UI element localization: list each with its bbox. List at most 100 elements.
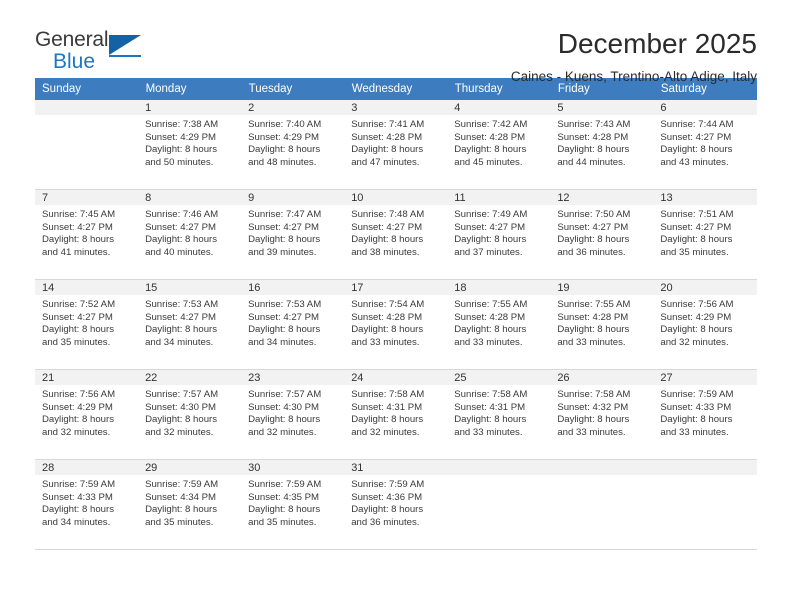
- day-cell-14[interactable]: 14 Sunrise: 7:52 AM Sunset: 4:27 PM Dayligh…: [35, 280, 139, 370]
- day-cell-24[interactable]: 24 Sunrise: 7:58 AM Sunset: 4:31 PM Dayligh…: [344, 370, 448, 460]
- calendar-cell: [35, 100, 139, 190]
- day-cell-23[interactable]: 23 Sunrise: 7:57 AM Sunset: 4:30 PM Dayligh…: [241, 370, 345, 460]
- calendar-cell[interactable]: 19 Sunrise: 7:55 AM Sunset: 4:28 PM Dayligh…: [550, 280, 654, 370]
- calendar-cell[interactable]: 7 Sunrise: 7:45 AM Sunset: 4:27 PM Daylight…: [35, 190, 139, 280]
- day-cell-5[interactable]: 5 Sunrise: 7:43 AM Sunset: 4:28 PM Daylight…: [550, 100, 654, 190]
- calendar-cell[interactable]: 1 Sunrise: 7:38 AM Sunset: 4:29 PM Daylight…: [138, 100, 242, 190]
- daylight-duration-line1: Daylight: 8 hours: [557, 234, 630, 246]
- sunset-time: Sunset: 4:34 PM: [145, 491, 216, 503]
- day-number: 1: [138, 100, 242, 115]
- calendar-cell[interactable]: 24 Sunrise: 7:58 AM Sunset: 4:31 PM Dayligh…: [344, 370, 448, 460]
- day-cell-7[interactable]: 7 Sunrise: 7:45 AM Sunset: 4:27 PM Daylight…: [35, 190, 139, 280]
- day-cell-25[interactable]: 25 Sunrise: 7:58 AM Sunset: 4:31 PM Dayligh…: [447, 370, 551, 460]
- day-cell-2[interactable]: 2 Sunrise: 7:40 AM Sunset: 4:29 PM Daylight…: [241, 100, 345, 190]
- day-cell-18[interactable]: 18 Sunrise: 7:55 AM Sunset: 4:28 PM Dayligh…: [447, 280, 551, 370]
- sunset-time: Sunset: 4:30 PM: [248, 401, 320, 413]
- daylight-duration-line1: Daylight: 8 hours: [557, 324, 630, 336]
- day-cell-31[interactable]: 31 Sunrise: 7:59 AM Sunset: 4:36 PM Dayligh…: [344, 460, 448, 550]
- day-cell-6[interactable]: 6 Sunrise: 7:44 AM Sunset: 4:27 PM Daylight…: [653, 100, 757, 190]
- calendar-cell[interactable]: 27 Sunrise: 7:59 AM Sunset: 4:33 PM Dayligh…: [653, 370, 757, 460]
- day-cell-15[interactable]: 15 Sunrise: 7:53 AM Sunset: 4:27 PM Dayligh…: [138, 280, 242, 370]
- daylight-duration-line1: Daylight: 8 hours: [145, 234, 218, 246]
- calendar-cell[interactable]: 31 Sunrise: 7:59 AM Sunset: 4:36 PM Dayligh…: [344, 460, 448, 550]
- calendar-cell[interactable]: 23 Sunrise: 7:57 AM Sunset: 4:30 PM Dayligh…: [241, 370, 345, 460]
- calendar-cell[interactable]: 16 Sunrise: 7:53 AM Sunset: 4:27 PM Dayligh…: [241, 280, 345, 370]
- day-cell-21[interactable]: 21 Sunrise: 7:56 AM Sunset: 4:29 PM Dayligh…: [35, 370, 139, 460]
- calendar-cell[interactable]: 17 Sunrise: 7:54 AM Sunset: 4:28 PM Dayligh…: [344, 280, 448, 370]
- calendar-cell[interactable]: 28 Sunrise: 7:59 AM Sunset: 4:33 PM Dayligh…: [35, 460, 139, 550]
- day-cell-19[interactable]: 19 Sunrise: 7:55 AM Sunset: 4:28 PM Dayligh…: [550, 280, 654, 370]
- sunset-time: Sunset: 4:27 PM: [248, 311, 320, 323]
- day-cell-16[interactable]: 16 Sunrise: 7:53 AM Sunset: 4:27 PM Dayligh…: [241, 280, 345, 370]
- calendar-cell[interactable]: 29 Sunrise: 7:59 AM Sunset: 4:34 PM Dayligh…: [138, 460, 242, 550]
- day-details: Sunrise: 7:52 AM Sunset: 4:27 PM Daylight:…: [35, 295, 138, 349]
- day-cell-11[interactable]: 11 Sunrise: 7:49 AM Sunset: 4:27 PM Dayligh…: [447, 190, 551, 280]
- weekday-header-wednesday: Wednesday: [344, 78, 448, 100]
- calendar-cell[interactable]: 5 Sunrise: 7:43 AM Sunset: 4:28 PM Daylight…: [550, 100, 654, 190]
- sunrise-time: Sunrise: 7:58 AM: [454, 389, 528, 400]
- day-cell-30[interactable]: 30 Sunrise: 7:59 AM Sunset: 4:35 PM Dayligh…: [241, 460, 345, 550]
- calendar-cell[interactable]: 14 Sunrise: 7:52 AM Sunset: 4:27 PM Dayligh…: [35, 280, 139, 370]
- day-details: Sunrise: 7:47 AM Sunset: 4:27 PM Daylight:…: [241, 205, 344, 259]
- day-cell-9[interactable]: 9 Sunrise: 7:47 AM Sunset: 4:27 PM Daylight…: [241, 190, 345, 280]
- calendar-cell[interactable]: 9 Sunrise: 7:47 AM Sunset: 4:27 PM Daylight…: [241, 190, 345, 280]
- sunset-time: Sunset: 4:33 PM: [42, 491, 113, 503]
- day-cell-1[interactable]: 1 Sunrise: 7:38 AM Sunset: 4:29 PM Daylight…: [138, 100, 242, 190]
- day-cell-29[interactable]: 29 Sunrise: 7:59 AM Sunset: 4:34 PM Dayligh…: [138, 460, 242, 550]
- sunrise-time: Sunrise: 7:45 AM: [42, 209, 116, 220]
- daylight-duration-line1: Daylight: 8 hours: [351, 324, 424, 336]
- day-number: 13: [653, 190, 757, 205]
- day-cell-20[interactable]: 20 Sunrise: 7:56 AM Sunset: 4:29 PM Dayligh…: [653, 280, 757, 370]
- day-cell-10[interactable]: 10 Sunrise: 7:48 AM Sunset: 4:27 PM Dayligh…: [344, 190, 448, 280]
- calendar-cell[interactable]: 15 Sunrise: 7:53 AM Sunset: 4:27 PM Dayligh…: [138, 280, 242, 370]
- day-number: [35, 100, 139, 115]
- calendar-cell[interactable]: 26 Sunrise: 7:58 AM Sunset: 4:32 PM Dayligh…: [550, 370, 654, 460]
- calendar-cell[interactable]: 18 Sunrise: 7:55 AM Sunset: 4:28 PM Dayligh…: [447, 280, 551, 370]
- day-cell-13[interactable]: 13 Sunrise: 7:51 AM Sunset: 4:27 PM Dayligh…: [653, 190, 757, 280]
- calendar-cell[interactable]: 2 Sunrise: 7:40 AM Sunset: 4:29 PM Daylight…: [241, 100, 345, 190]
- calendar-cell[interactable]: 4 Sunrise: 7:42 AM Sunset: 4:28 PM Daylight…: [447, 100, 551, 190]
- day-cell-4[interactable]: 4 Sunrise: 7:42 AM Sunset: 4:28 PM Daylight…: [447, 100, 551, 190]
- calendar-cell[interactable]: 8 Sunrise: 7:46 AM Sunset: 4:27 PM Daylight…: [138, 190, 242, 280]
- day-cell-27[interactable]: 27 Sunrise: 7:59 AM Sunset: 4:33 PM Dayligh…: [653, 370, 757, 460]
- sunrise-time: Sunrise: 7:47 AM: [248, 209, 322, 220]
- day-cell-8[interactable]: 8 Sunrise: 7:46 AM Sunset: 4:27 PM Daylight…: [138, 190, 242, 280]
- day-details: Sunrise: 7:56 AM Sunset: 4:29 PM Daylight:…: [35, 385, 138, 439]
- day-cell-12[interactable]: 12 Sunrise: 7:50 AM Sunset: 4:27 PM Dayligh…: [550, 190, 654, 280]
- calendar-cell[interactable]: 25 Sunrise: 7:58 AM Sunset: 4:31 PM Dayligh…: [447, 370, 551, 460]
- calendar-cell[interactable]: 10 Sunrise: 7:48 AM Sunset: 4:27 PM Dayligh…: [344, 190, 448, 280]
- calendar-cell[interactable]: 13 Sunrise: 7:51 AM Sunset: 4:27 PM Dayligh…: [653, 190, 757, 280]
- calendar-cell[interactable]: 30 Sunrise: 7:59 AM Sunset: 4:35 PM Dayligh…: [241, 460, 345, 550]
- day-cell-22[interactable]: 22 Sunrise: 7:57 AM Sunset: 4:30 PM Dayligh…: [138, 370, 242, 460]
- calendar-cell[interactable]: 22 Sunrise: 7:57 AM Sunset: 4:30 PM Dayligh…: [138, 370, 242, 460]
- day-details: Sunrise: 7:58 AM Sunset: 4:31 PM Daylight:…: [447, 385, 550, 439]
- calendar-cell[interactable]: 21 Sunrise: 7:56 AM Sunset: 4:29 PM Dayligh…: [35, 370, 139, 460]
- day-cell-26[interactable]: 26 Sunrise: 7:58 AM Sunset: 4:32 PM Dayligh…: [550, 370, 654, 460]
- day-number: 14: [35, 280, 139, 295]
- generalblue-logo[interactable]: General Blue: [35, 28, 155, 80]
- sunrise-time: Sunrise: 7:48 AM: [351, 209, 425, 220]
- calendar-cell[interactable]: 20 Sunrise: 7:56 AM Sunset: 4:29 PM Dayligh…: [653, 280, 757, 370]
- calendar-cell[interactable]: 6 Sunrise: 7:44 AM Sunset: 4:27 PM Daylight…: [653, 100, 757, 190]
- day-number: 28: [35, 460, 139, 475]
- daylight-duration-line2: and 44 minutes.: [557, 156, 626, 168]
- calendar-cell[interactable]: 12 Sunrise: 7:50 AM Sunset: 4:27 PM Dayligh…: [550, 190, 654, 280]
- sunset-time: Sunset: 4:33 PM: [660, 401, 732, 413]
- logo-underline-bar: [109, 55, 141, 57]
- daylight-duration-line2: and 32 minutes.: [42, 426, 111, 438]
- daylight-duration-line2: and 36 minutes.: [351, 516, 420, 528]
- daylight-duration-line1: Daylight: 8 hours: [42, 234, 114, 246]
- sunrise-time: Sunrise: 7:55 AM: [454, 299, 528, 310]
- day-cell-empty: [35, 100, 139, 190]
- calendar-cell[interactable]: 3 Sunrise: 7:41 AM Sunset: 4:28 PM Daylight…: [344, 100, 448, 190]
- day-cell-17[interactable]: 17 Sunrise: 7:54 AM Sunset: 4:28 PM Dayligh…: [344, 280, 448, 370]
- sunset-time: Sunset: 4:28 PM: [557, 131, 629, 143]
- sunset-time: Sunset: 4:27 PM: [660, 221, 732, 233]
- calendar-cell[interactable]: 11 Sunrise: 7:49 AM Sunset: 4:27 PM Dayligh…: [447, 190, 551, 280]
- sunset-time: Sunset: 4:32 PM: [557, 401, 629, 413]
- day-details: Sunrise: 7:55 AM Sunset: 4:28 PM Daylight:…: [447, 295, 550, 349]
- day-cell-3[interactable]: 3 Sunrise: 7:41 AM Sunset: 4:28 PM Daylight…: [344, 100, 448, 190]
- day-cell-28[interactable]: 28 Sunrise: 7:59 AM Sunset: 4:33 PM Dayligh…: [35, 460, 139, 550]
- daylight-duration-line2: and 33 minutes.: [660, 426, 729, 438]
- day-details: Sunrise: 7:48 AM Sunset: 4:27 PM Daylight:…: [344, 205, 447, 259]
